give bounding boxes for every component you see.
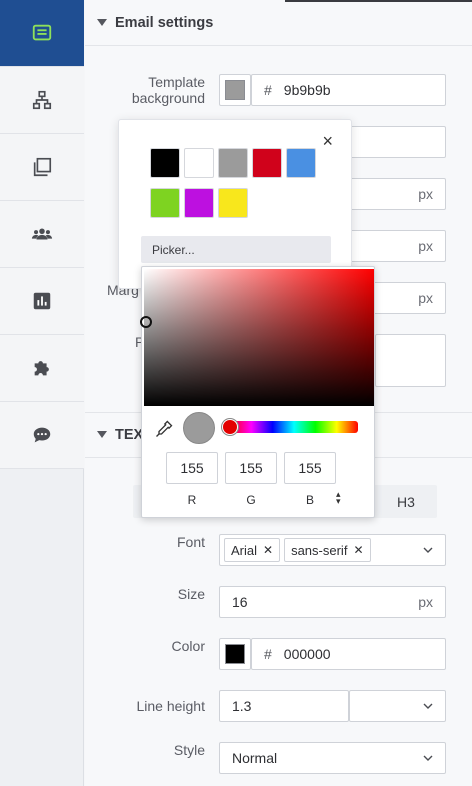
hue-slider[interactable]: [230, 421, 358, 433]
sidebar-item-reports[interactable]: [0, 268, 84, 335]
red-input[interactable]: 155: [166, 452, 218, 484]
red-label: R: [187, 493, 197, 507]
tab-h3[interactable]: H3: [376, 485, 436, 518]
close-icon[interactable]: ×: [322, 132, 333, 150]
palette-color-white[interactable]: [184, 148, 214, 178]
sidebar-item-templates[interactable]: [0, 0, 84, 67]
blue-label: B: [305, 493, 314, 507]
template-background-hex-input[interactable]: # 9b9b9b: [251, 74, 446, 106]
text-color-swatch[interactable]: [219, 638, 251, 670]
sitemap-icon: [32, 90, 52, 110]
palette-color-red[interactable]: [252, 148, 282, 178]
sidebar-item-sitemap[interactable]: [0, 67, 84, 134]
mode-toggle-icon[interactable]: ▴ ▾: [336, 490, 341, 506]
size-label: Size: [177, 586, 205, 602]
style-select[interactable]: Normal: [219, 742, 446, 774]
template-background-swatch[interactable]: [219, 74, 251, 106]
report-icon: [33, 292, 51, 310]
color-label: Color: [171, 638, 205, 654]
color-palette-popup: × Picker...: [118, 119, 352, 289]
eyedropper-icon[interactable]: [154, 419, 174, 439]
palette-color-yellow[interactable]: [218, 188, 248, 218]
caret-down-icon: [97, 18, 107, 28]
sidebar-item-copy[interactable]: [0, 134, 84, 201]
line-height-unit-select[interactable]: [349, 690, 446, 722]
remove-tag-icon[interactable]: ✕: [263, 543, 273, 557]
section-title: TEX: [115, 427, 144, 443]
hue-handle[interactable]: [222, 419, 238, 435]
chevron-down-icon: [423, 703, 433, 709]
email-settings-header[interactable]: Email settings: [85, 0, 472, 46]
color-swatch: [225, 644, 245, 664]
sidebar-item-plugins[interactable]: [0, 335, 84, 402]
font-tag: Arial ✕: [224, 538, 281, 562]
sidebar: [0, 0, 84, 786]
copy-icon: [33, 157, 52, 177]
template-background-label: Template background: [131, 74, 205, 106]
palette-color-gray[interactable]: [218, 148, 248, 178]
color-picker-panel: 155 155 155 R G B ▴ ▾: [140, 266, 375, 518]
puzzle-icon: [34, 361, 49, 376]
palette-color-black[interactable]: [150, 148, 180, 178]
remove-tag-icon[interactable]: ✕: [353, 543, 363, 557]
line-height-label: Line height: [136, 698, 205, 714]
margin-px-input[interactable]: px: [365, 282, 446, 314]
palette-color-green[interactable]: [150, 188, 180, 218]
palette-color-blue[interactable]: [286, 148, 316, 178]
saturation-value-area[interactable]: [140, 269, 374, 406]
sidebar-item-users[interactable]: [0, 201, 84, 268]
users-icon: [31, 228, 53, 240]
chevron-down-icon: [423, 547, 433, 553]
saturation-handle[interactable]: [140, 316, 152, 328]
font-multiselect[interactable]: Arial ✕ sans-serif ✕: [219, 534, 446, 566]
green-input[interactable]: 155: [225, 452, 277, 484]
green-label: G: [246, 493, 256, 507]
sidebar-item-comments[interactable]: [0, 402, 84, 469]
template-icon: [32, 24, 52, 41]
chat-icon: [33, 427, 51, 443]
color-swatch: [225, 80, 245, 100]
textarea-field[interactable]: [375, 334, 446, 387]
color-preview: [183, 412, 215, 444]
picker-button[interactable]: Picker...: [141, 236, 331, 263]
font-tag: sans-serif ✕: [284, 538, 371, 562]
blue-input[interactable]: 155: [284, 452, 336, 484]
font-label: Font: [176, 534, 205, 550]
section-title: Email settings: [115, 14, 214, 31]
line-height-input[interactable]: 1.3: [219, 690, 349, 722]
palette-color-purple[interactable]: [184, 188, 214, 218]
text-color-hex-input[interactable]: # 000000: [251, 638, 446, 670]
style-label: Style: [173, 742, 205, 758]
chevron-down-icon: [423, 755, 433, 761]
size-input[interactable]: 16 px: [219, 586, 446, 618]
caret-down-icon: [97, 430, 107, 440]
